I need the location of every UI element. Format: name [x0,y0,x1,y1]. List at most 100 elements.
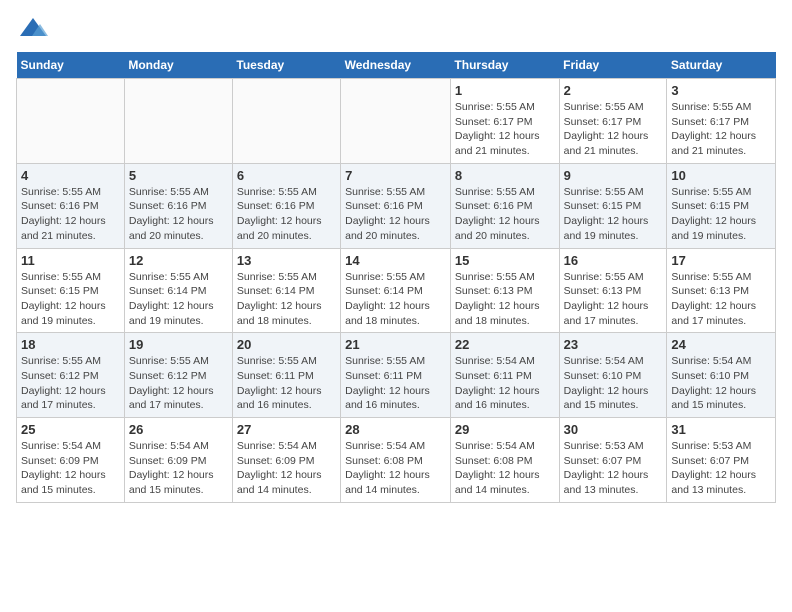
calendar-week-row: 11 Sunrise: 5:55 AM Sunset: 6:15 PM Dayli… [17,248,776,333]
day-info: Sunrise: 5:55 AM Sunset: 6:17 PM Dayligh… [564,100,663,159]
calendar-cell: 1 Sunrise: 5:55 AM Sunset: 6:17 PM Daylig… [450,79,559,164]
day-info: Sunrise: 5:53 AM Sunset: 6:07 PM Dayligh… [671,439,771,498]
day-number: 29 [455,422,555,437]
calendar-cell: 7 Sunrise: 5:55 AM Sunset: 6:16 PM Daylig… [341,163,451,248]
day-info: Sunrise: 5:54 AM Sunset: 6:10 PM Dayligh… [671,354,771,413]
calendar-cell: 30 Sunrise: 5:53 AM Sunset: 6:07 PM Dayli… [559,418,667,503]
weekday-header: Sunday [17,52,125,79]
calendar-cell: 10 Sunrise: 5:55 AM Sunset: 6:15 PM Dayli… [667,163,776,248]
day-number: 19 [129,337,228,352]
day-info: Sunrise: 5:55 AM Sunset: 6:17 PM Dayligh… [455,100,555,159]
calendar-week-row: 18 Sunrise: 5:55 AM Sunset: 6:12 PM Dayli… [17,333,776,418]
calendar-cell: 17Sunrise: 5:55 AM Sunset: 6:13 PM Dayli… [667,248,776,333]
day-number: 3 [671,83,771,98]
calendar-cell: 26 Sunrise: 5:54 AM Sunset: 6:09 PM Dayli… [124,418,232,503]
calendar-cell: 29 Sunrise: 5:54 AM Sunset: 6:08 PM Dayli… [450,418,559,503]
day-info: Sunrise: 5:54 AM Sunset: 6:08 PM Dayligh… [345,439,446,498]
day-number: 25 [21,422,120,437]
calendar-cell: 28 Sunrise: 5:54 AM Sunset: 6:08 PM Dayli… [341,418,451,503]
day-info: Sunrise: 5:54 AM Sunset: 6:10 PM Dayligh… [564,354,663,413]
day-info: Sunrise: 5:54 AM Sunset: 6:09 PM Dayligh… [237,439,336,498]
calendar-cell [341,79,451,164]
day-number: 27 [237,422,336,437]
day-number: 7 [345,168,446,183]
day-info: Sunrise: 5:54 AM Sunset: 6:11 PM Dayligh… [455,354,555,413]
calendar-cell: 4Sunrise: 5:55 AM Sunset: 6:16 PM Daylig… [17,163,125,248]
day-number: 16 [564,253,663,268]
day-number: 12 [129,253,228,268]
calendar-week-row: 1 Sunrise: 5:55 AM Sunset: 6:17 PM Daylig… [17,79,776,164]
calendar-cell: 18 Sunrise: 5:55 AM Sunset: 6:12 PM Dayli… [17,333,125,418]
calendar-cell [232,79,340,164]
calendar-week-row: 25 Sunrise: 5:54 AM Sunset: 6:09 PM Dayli… [17,418,776,503]
day-number: 2 [564,83,663,98]
day-number: 21 [345,337,446,352]
calendar-cell: 22Sunrise: 5:54 AM Sunset: 6:11 PM Dayli… [450,333,559,418]
logo-icon [18,16,48,40]
day-number: 31 [671,422,771,437]
calendar-cell: 31 Sunrise: 5:53 AM Sunset: 6:07 PM Dayli… [667,418,776,503]
calendar-cell: 15 Sunrise: 5:55 AM Sunset: 6:13 PM Dayli… [450,248,559,333]
calendar-cell: 20 Sunrise: 5:55 AM Sunset: 6:11 PM Dayli… [232,333,340,418]
day-number: 23 [564,337,663,352]
day-number: 28 [345,422,446,437]
calendar-cell: 2 Sunrise: 5:55 AM Sunset: 6:17 PM Daylig… [559,79,667,164]
calendar-week-row: 4Sunrise: 5:55 AM Sunset: 6:16 PM Daylig… [17,163,776,248]
calendar-cell: 8 Sunrise: 5:55 AM Sunset: 6:16 PM Daylig… [450,163,559,248]
day-number: 5 [129,168,228,183]
weekday-header: Monday [124,52,232,79]
day-info: Sunrise: 5:55 AM Sunset: 6:13 PM Dayligh… [671,270,771,329]
day-number: 20 [237,337,336,352]
weekday-header: Saturday [667,52,776,79]
header [16,16,776,40]
day-info: Sunrise: 5:55 AM Sunset: 6:16 PM Dayligh… [129,185,228,244]
day-info: Sunrise: 5:55 AM Sunset: 6:16 PM Dayligh… [21,185,120,244]
day-number: 26 [129,422,228,437]
day-info: Sunrise: 5:55 AM Sunset: 6:17 PM Dayligh… [671,100,771,159]
day-info: Sunrise: 5:55 AM Sunset: 6:16 PM Dayligh… [237,185,336,244]
day-number: 24 [671,337,771,352]
calendar-cell: 23 Sunrise: 5:54 AM Sunset: 6:10 PM Dayli… [559,333,667,418]
weekday-header-row: SundayMondayTuesdayWednesdayThursdayFrid… [17,52,776,79]
day-number: 6 [237,168,336,183]
calendar-cell: 14Sunrise: 5:55 AM Sunset: 6:14 PM Dayli… [341,248,451,333]
day-number: 1 [455,83,555,98]
day-info: Sunrise: 5:55 AM Sunset: 6:11 PM Dayligh… [237,354,336,413]
day-info: Sunrise: 5:55 AM Sunset: 6:11 PM Dayligh… [345,354,446,413]
calendar-table: SundayMondayTuesdayWednesdayThursdayFrid… [16,52,776,503]
day-number: 30 [564,422,663,437]
day-number: 15 [455,253,555,268]
calendar-cell: 24 Sunrise: 5:54 AM Sunset: 6:10 PM Dayli… [667,333,776,418]
calendar-cell: 9Sunrise: 5:55 AM Sunset: 6:15 PM Daylig… [559,163,667,248]
calendar-cell: 16Sunrise: 5:55 AM Sunset: 6:13 PM Dayli… [559,248,667,333]
day-number: 11 [21,253,120,268]
weekday-header: Tuesday [232,52,340,79]
calendar-cell: 3 Sunrise: 5:55 AM Sunset: 6:17 PM Daylig… [667,79,776,164]
day-info: Sunrise: 5:54 AM Sunset: 6:08 PM Dayligh… [455,439,555,498]
day-info: Sunrise: 5:53 AM Sunset: 6:07 PM Dayligh… [564,439,663,498]
calendar-cell: 19Sunrise: 5:55 AM Sunset: 6:12 PM Dayli… [124,333,232,418]
weekday-header: Thursday [450,52,559,79]
day-info: Sunrise: 5:55 AM Sunset: 6:16 PM Dayligh… [455,185,555,244]
calendar-cell [17,79,125,164]
day-number: 13 [237,253,336,268]
weekday-header: Wednesday [341,52,451,79]
day-info: Sunrise: 5:54 AM Sunset: 6:09 PM Dayligh… [129,439,228,498]
day-info: Sunrise: 5:55 AM Sunset: 6:15 PM Dayligh… [21,270,120,329]
calendar-cell: 12Sunrise: 5:55 AM Sunset: 6:14 PM Dayli… [124,248,232,333]
day-number: 8 [455,168,555,183]
day-info: Sunrise: 5:55 AM Sunset: 6:16 PM Dayligh… [345,185,446,244]
calendar-cell: 6 Sunrise: 5:55 AM Sunset: 6:16 PM Daylig… [232,163,340,248]
calendar-cell: 21 Sunrise: 5:55 AM Sunset: 6:11 PM Dayli… [341,333,451,418]
calendar-cell [124,79,232,164]
calendar-cell: 5 Sunrise: 5:55 AM Sunset: 6:16 PM Daylig… [124,163,232,248]
day-info: Sunrise: 5:55 AM Sunset: 6:15 PM Dayligh… [671,185,771,244]
calendar-cell: 11 Sunrise: 5:55 AM Sunset: 6:15 PM Dayli… [17,248,125,333]
day-number: 14 [345,253,446,268]
day-info: Sunrise: 5:54 AM Sunset: 6:09 PM Dayligh… [21,439,120,498]
day-number: 10 [671,168,771,183]
day-number: 18 [21,337,120,352]
day-info: Sunrise: 5:55 AM Sunset: 6:13 PM Dayligh… [455,270,555,329]
day-info: Sunrise: 5:55 AM Sunset: 6:12 PM Dayligh… [21,354,120,413]
weekday-header: Friday [559,52,667,79]
